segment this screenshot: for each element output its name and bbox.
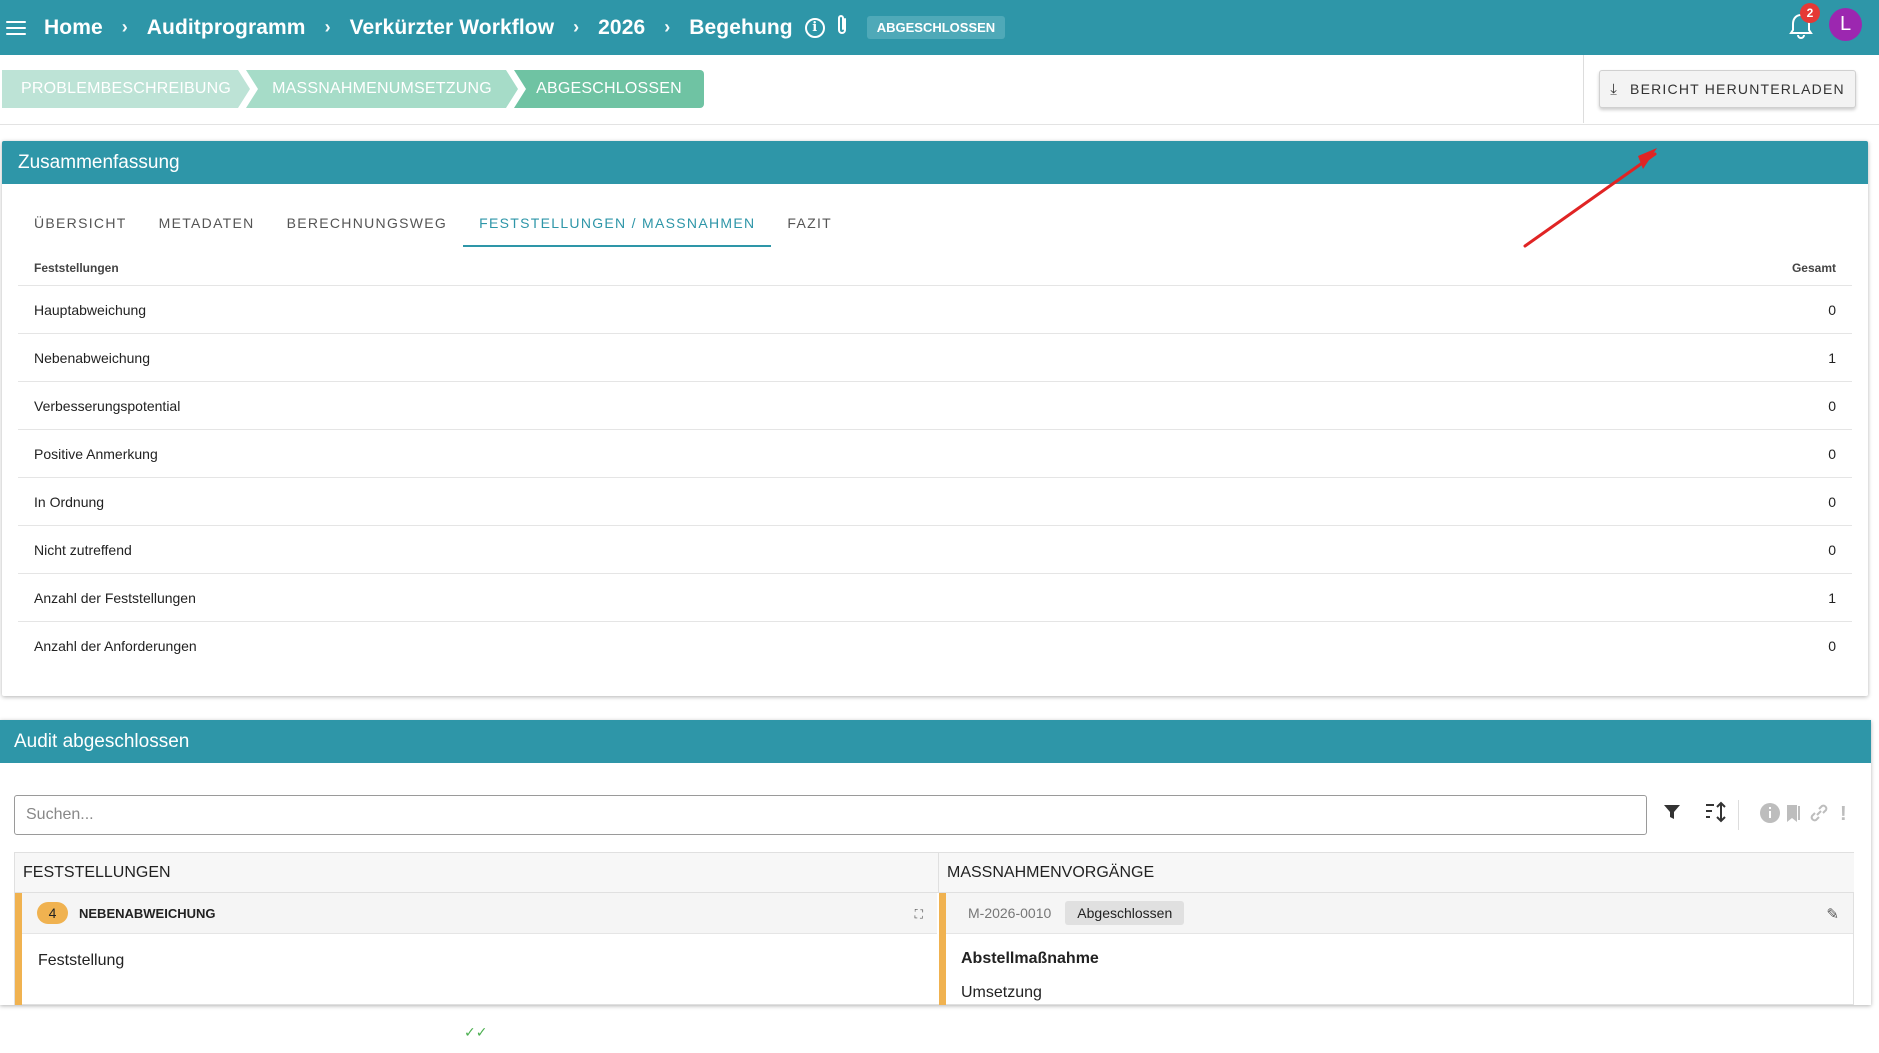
finding-body: Feststellung (38, 952, 125, 969)
table-row: Anzahl der Anforderungen 0 (18, 622, 1852, 670)
warning-icon[interactable]: ! (1840, 803, 1847, 826)
row-value: 0 (1828, 301, 1836, 318)
double-check-icon: ✓✓ (464, 1024, 488, 1040)
edit-icon[interactable]: ✎ (1826, 905, 1839, 923)
row-label: Verbesserungspotential (34, 397, 181, 414)
link-icon[interactable] (1809, 803, 1829, 829)
step-problembeschreibung[interactable]: PROBLEMBESCHREIBUNG (2, 70, 250, 108)
measure-status-badge: Abgeschlossen (1065, 901, 1185, 925)
breadcrumb-auditprogramm[interactable]: Auditprogramm (147, 16, 306, 40)
row-label: Nebenabweichung (34, 349, 150, 366)
download-report-label: BERICHT HERUNTERLADEN (1630, 81, 1845, 97)
chevron-right-icon: › (664, 17, 671, 37)
menu-icon[interactable] (6, 20, 26, 35)
measure-header: M-2026-0010 Abgeschlossen ✎ (946, 893, 1853, 934)
tab-fazit[interactable]: FAZIT (771, 201, 848, 247)
row-value: 0 (1828, 638, 1836, 654)
divider (1738, 800, 1739, 830)
notification-count-badge: 2 (1800, 3, 1820, 23)
column-header-massnahmenvorgaenge: MASSNAHMENVORGÄNGE (939, 853, 1854, 893)
row-value: 0 (1828, 445, 1836, 462)
measure-subtitle: Umsetzung (961, 984, 1042, 1001)
tab-metadaten[interactable]: METADATEN (143, 201, 271, 247)
search-input[interactable] (14, 795, 1647, 835)
table-row: Hauptabweichung 0 (18, 286, 1852, 334)
measure-title: Abstellmaßnahme (961, 950, 1099, 967)
status-badge: ABGESCHLOSSEN (866, 16, 1006, 39)
top-app-bar: Home › Auditprogramm › Verkürzter Workfl… (0, 0, 1879, 55)
row-value: 0 (1828, 493, 1836, 510)
breadcrumb-workflow[interactable]: Verkürzter Workflow (350, 16, 555, 40)
row-value: 1 (1828, 589, 1836, 606)
breadcrumb-current: Begehung (689, 15, 793, 39)
chevron-right-icon: › (573, 17, 580, 37)
breadcrumb-year[interactable]: 2026 (598, 16, 645, 40)
finding-card[interactable]: 4 NEBENABWEICHUNG ⛶ Feststellung (15, 893, 937, 1005)
column-header-feststellungen: Feststellungen (34, 260, 119, 275)
measure-id: M-2026-0010 (968, 905, 1052, 921)
row-label: In Ordnung (34, 493, 105, 510)
step-massnahmenumsetzung[interactable]: MASSNAHMENUMSETZUNG (246, 70, 518, 108)
row-value: 0 (1828, 541, 1836, 558)
download-icon: ⤓ (1610, 80, 1619, 98)
step-abgeschlossen[interactable]: ABGESCHLOSSEN (514, 70, 704, 108)
tab-uebersicht[interactable]: ÜBERSICHT (18, 201, 143, 247)
column-header-feststellungen: FESTSTELLUNGEN (15, 853, 939, 893)
filter-icon[interactable] (1663, 803, 1681, 827)
findings-measures-table: FESTSTELLUNGEN MASSNAHMENVORGÄNGE 4 NEBE… (14, 852, 1854, 1005)
row-value: 0 (1828, 397, 1836, 414)
chevron-right-icon: › (121, 17, 128, 37)
avatar[interactable]: L (1829, 8, 1862, 41)
table-row: Nebenabweichung 1 (18, 334, 1852, 382)
divider (0, 124, 1879, 125)
row-label: Anzahl der Feststellungen (34, 589, 196, 606)
workflow-stepper: PROBLEMBESCHREIBUNG MASSNAHMENUMSETZUNG … (2, 70, 704, 108)
table-row: Nicht zutreffend 0 (18, 526, 1852, 574)
info-icon[interactable]: i (804, 17, 825, 38)
download-report-button[interactable]: ⤓ BERICHT HERUNTERLADEN (1599, 70, 1856, 108)
row-label: Positive Anmerkung (34, 445, 158, 462)
measure-card[interactable]: M-2026-0010 Abgeschlossen ✎ Abstellmaßna… (939, 893, 1853, 1005)
finding-number-badge: 4 (37, 902, 68, 924)
row-label: Anzahl der Anforderungen (34, 638, 197, 654)
finding-type: NEBENABWEICHUNG (79, 905, 216, 921)
tab-berechnungsweg[interactable]: BERECHNUNGSWEG (271, 201, 464, 247)
info-icon[interactable] (1760, 803, 1780, 829)
expand-icon[interactable]: ⛶ (915, 907, 923, 922)
table-row: In Ordnung 0 (18, 478, 1852, 526)
table-row: Anzahl der Feststellungen 1 (18, 574, 1852, 622)
table-row: Verbesserungspotential 0 (18, 382, 1852, 430)
audit-title: Audit abgeschlossen (0, 720, 1871, 763)
column-header-gesamt: Gesamt (1791, 260, 1836, 275)
finding-header: 4 NEBENABWEICHUNG ⛶ (22, 893, 937, 934)
bookmark-icon[interactable] (1784, 803, 1804, 829)
divider (1583, 55, 1584, 123)
table-header: Feststellungen Gesamt (18, 250, 1852, 286)
table-row: Positive Anmerkung 0 (18, 430, 1852, 478)
row-value: 1 (1828, 349, 1836, 366)
chevron-right-icon: › (324, 17, 331, 37)
annotation-arrow (1523, 148, 1657, 248)
attachment-icon[interactable] (835, 14, 849, 42)
tab-feststellungen-massnahmen[interactable]: FESTSTELLUNGEN / MASSNAHMEN (463, 201, 772, 247)
sort-icon[interactable] (1704, 801, 1728, 829)
breadcrumb-home[interactable]: Home (44, 16, 103, 40)
row-label: Nicht zutreffend (34, 541, 132, 558)
audit-card: Audit abgeschlossen ! FESTSTELLUNGEN MAS… (0, 720, 1871, 1005)
row-label: Hauptabweichung (34, 301, 147, 318)
findings-summary-table: Feststellungen Gesamt Hauptabweichung 0 N… (18, 250, 1852, 670)
